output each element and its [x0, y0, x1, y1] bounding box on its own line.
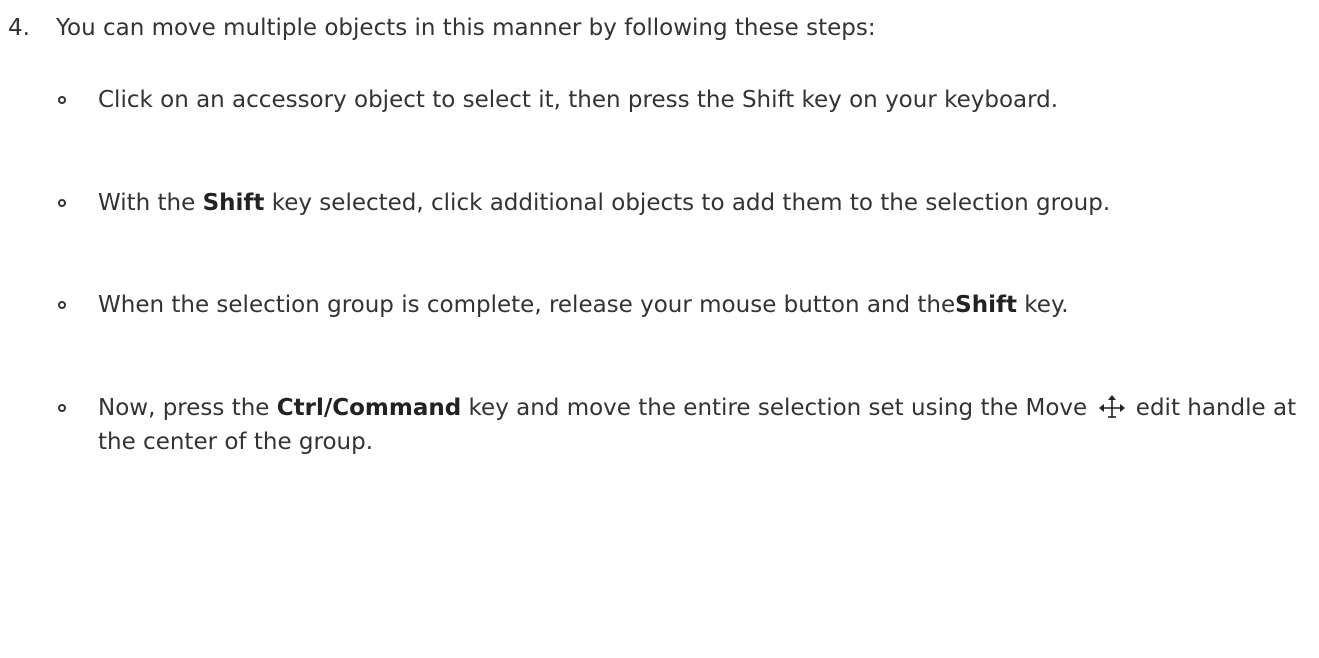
- ctrl-command-key-label: Ctrl/Command: [276, 395, 462, 421]
- bullet-circle-icon: [58, 301, 66, 309]
- substep-list: Click on an accessory object to select i…: [0, 0, 1319, 658]
- substep-text-before: When the selection group is complete, re…: [98, 292, 956, 318]
- bullet-circle-icon: [58, 404, 66, 412]
- substep-text-before: With the: [98, 190, 203, 216]
- substep-select-object: Click on an accessory object to select i…: [58, 83, 1310, 117]
- substep-text-middle: key and move the entire selection set us…: [461, 395, 1095, 421]
- move-arrows-icon: [1098, 395, 1125, 418]
- substep-text-before: Now, press the: [98, 395, 277, 421]
- substep-move-selection: Now, press the Ctrl/Command key and move…: [58, 391, 1310, 459]
- substep-text-after: key.: [1016, 292, 1069, 318]
- shift-key-label: Shift: [955, 292, 1017, 318]
- substep-text-after: key selected, click additional objects t…: [264, 190, 1111, 216]
- substep-add-objects: With the Shift key selected, click addit…: [58, 186, 1310, 220]
- bullet-circle-icon: [58, 96, 66, 104]
- substep-release-keys: When the selection group is complete, re…: [58, 288, 1310, 322]
- shift-key-label: Shift: [202, 190, 265, 216]
- substep-text: Click on an accessory object to select i…: [98, 87, 1059, 113]
- bullet-circle-icon: [58, 199, 66, 207]
